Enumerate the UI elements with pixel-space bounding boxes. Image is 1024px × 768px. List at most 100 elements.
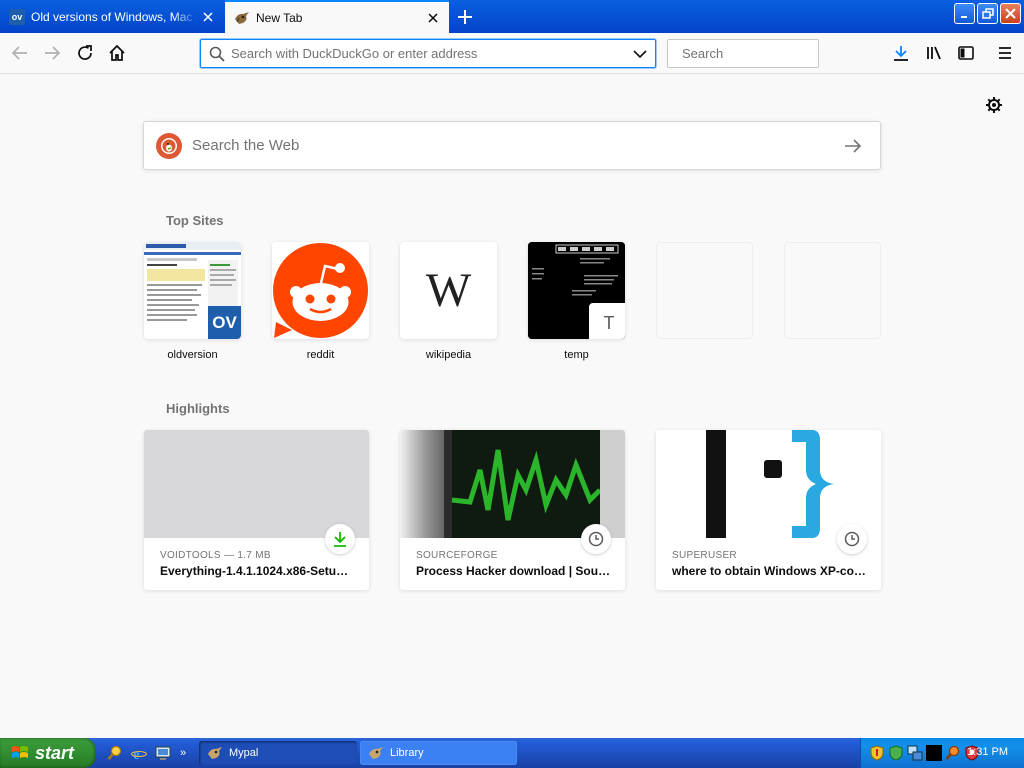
tray-search-icon[interactable] [945, 745, 961, 761]
duckduckgo-logo-icon [156, 132, 182, 159]
forward-button[interactable] [38, 39, 66, 67]
clock-icon [588, 531, 604, 547]
back-button[interactable] [6, 39, 34, 67]
reload-icon [78, 45, 92, 60]
sidebar-button[interactable] [952, 39, 980, 67]
menu-icon [999, 47, 1011, 59]
search-bar[interactable] [667, 39, 858, 68]
process-hacker-graph-icon [400, 430, 625, 538]
restore-icon [981, 7, 994, 19]
clock: 1:31 PM [967, 746, 1008, 758]
close-tab-icon[interactable] [198, 7, 218, 27]
ov-logo-icon: OV [208, 306, 241, 339]
mypal-favicon-icon [234, 10, 250, 26]
top-site-label: oldversion [167, 349, 218, 361]
task-label: Mypal [229, 747, 259, 759]
ov-favicon-icon: ov [9, 8, 25, 25]
top-site-temp[interactable]: T temp [528, 242, 625, 361]
top-site-label: temp [564, 349, 589, 361]
system-tray: 1:31 PM [860, 738, 1024, 768]
search-input[interactable] [682, 46, 858, 61]
chevron-right-icon[interactable]: » [178, 744, 188, 762]
site-thumbnail: OV [144, 242, 241, 339]
top-sites-heading: Top Sites [166, 213, 224, 228]
start-button[interactable]: start [0, 738, 96, 768]
site-thumbnail: T [528, 242, 625, 339]
download-icon [334, 532, 346, 547]
reload-button[interactable] [71, 39, 99, 67]
library-button[interactable] [920, 39, 948, 67]
task-label: Library [390, 747, 424, 759]
new-tab-button[interactable] [452, 5, 478, 29]
search-quicklaunch-icon[interactable] [106, 744, 124, 762]
top-site-empty-slot[interactable] [656, 242, 753, 339]
home-icon [109, 44, 125, 61]
internet-explorer-icon[interactable]: e [130, 744, 148, 762]
web-search-submit-button[interactable] [838, 131, 868, 161]
home-button[interactable] [103, 39, 131, 67]
network-shield-icon[interactable] [888, 745, 904, 761]
nav-toolbar [0, 33, 1024, 74]
clock-icon [844, 531, 860, 547]
web-search-box[interactable] [143, 121, 881, 170]
top-site-oldversion[interactable]: OV oldversion [144, 242, 241, 361]
top-site-label: wikipedia [425, 349, 472, 361]
new-tab-page: Top Sites [0, 74, 1024, 738]
top-site-reddit[interactable]: reddit [272, 242, 369, 361]
highlight-title: where to obtain Windows XP-compatible [672, 564, 867, 578]
close-window-button[interactable] [1000, 3, 1021, 24]
highlight-preview-image [400, 430, 625, 538]
show-desktop-icon[interactable] [154, 744, 172, 762]
url-input[interactable] [231, 46, 633, 61]
minimize-button[interactable] [954, 3, 975, 24]
tab-new-tab[interactable]: New Tab [225, 0, 449, 33]
close-icon [1005, 8, 1016, 19]
web-search-input[interactable] [192, 137, 838, 154]
start-label: start [35, 742, 75, 763]
restore-button[interactable] [977, 3, 998, 24]
highlight-preview-image [144, 430, 369, 538]
highlight-card-everything[interactable]: VOIDTOOLS — 1.7 MB Everything-1.4.1.1024… [144, 430, 369, 590]
top-site-label: reddit [306, 349, 335, 361]
tray-app-icon[interactable] [926, 745, 942, 761]
highlight-card-superuser[interactable]: SUPERUSER where to obtain Windows XP-com… [656, 430, 881, 590]
taskbar-item-mypal[interactable]: Mypal [199, 741, 357, 765]
arrow-right-icon [845, 138, 862, 153]
settings-button[interactable] [983, 94, 1005, 116]
superuser-logo-icon [656, 430, 881, 538]
highlights-heading: Highlights [166, 401, 230, 416]
highlight-preview-image [656, 430, 881, 538]
taskbar: start e » Mypal Library 1:31 PM [0, 738, 1024, 768]
clock-badge [581, 524, 611, 554]
temp-letter-icon: T [589, 303, 625, 339]
highlight-card-process-hacker[interactable]: SOURCEFORGE Process Hacker download | So… [400, 430, 625, 590]
site-thumbnail [272, 242, 369, 339]
close-tab-icon[interactable] [423, 8, 443, 28]
plus-icon [458, 10, 472, 24]
highlight-source: SOURCEFORGE [416, 550, 498, 561]
url-bar[interactable] [200, 39, 656, 68]
dropdown-chevron-icon[interactable] [633, 49, 647, 59]
window-controls [954, 3, 1021, 24]
tab-title: Old versions of Windows, Mac and Linux S… [31, 9, 198, 24]
gear-icon [986, 97, 1002, 113]
search-icon [209, 46, 225, 62]
downloads-button[interactable] [887, 39, 915, 67]
back-icon [11, 46, 27, 60]
wikipedia-logo-icon: W [425, 264, 472, 317]
forward-icon [45, 46, 61, 60]
top-site-wikipedia[interactable]: W wikipedia [400, 242, 497, 361]
top-site-empty-slot[interactable] [784, 242, 881, 339]
highlight-title: Process Hacker download | SourceForge.ne… [416, 564, 611, 578]
sidebar-icon [958, 46, 974, 60]
empty-tile [784, 242, 881, 339]
security-shield-icon[interactable] [869, 745, 885, 761]
highlight-source: SUPERUSER [672, 550, 737, 561]
tab-title: New Tab [256, 10, 303, 25]
highlight-source: VOIDTOOLS — 1.7 MB [160, 550, 271, 561]
tab-oldversion[interactable]: ov Old versions of Windows, Mac and Linu… [0, 0, 224, 33]
menu-button[interactable] [991, 39, 1019, 67]
network-icon[interactable] [907, 745, 923, 761]
taskbar-item-library[interactable]: Library [360, 741, 517, 765]
library-icon [927, 46, 941, 60]
